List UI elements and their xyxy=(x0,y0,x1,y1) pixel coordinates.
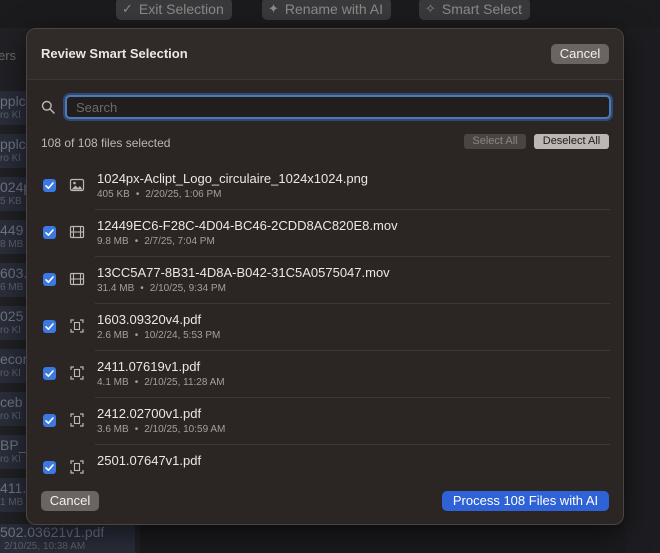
file-size: 3.6 MB xyxy=(97,424,129,435)
file-row[interactable]: 2412.02700v1.pdf 3.6 MB • 2/10/25, 10:59 A… xyxy=(27,398,623,445)
doc-scan-icon xyxy=(70,460,84,474)
background-filters-label: ers xyxy=(0,48,17,63)
file-row[interactable]: 1024px-Aclipt_Logo_circulaire_1024x1024.… xyxy=(27,163,623,210)
checkmark-icon xyxy=(45,182,54,189)
smart-select-button[interactable]: ✧ Smart Select xyxy=(419,0,531,20)
file-checkbox[interactable] xyxy=(43,320,56,333)
file-name: 2411.07619v1.pdf xyxy=(97,359,201,374)
selected-count: 108 of 108 files selected xyxy=(41,136,171,150)
file-date: 2/7/25, 7:04 PM xyxy=(144,236,215,247)
file-checkbox[interactable] xyxy=(43,367,56,380)
file-size: 4.1 MB xyxy=(97,377,129,388)
doc-scan-icon xyxy=(70,366,84,380)
checkmark-icon xyxy=(45,464,54,471)
cancel-button-bottom[interactable]: Cancel xyxy=(41,491,99,511)
file-name: 2501.07647v1.pdf xyxy=(97,453,202,468)
file-date: 2/10/25, 9:34 PM xyxy=(149,283,226,294)
file-row[interactable]: 13CC5A77-8B31-4D8A-B042-31C5A0575047.mov… xyxy=(27,257,623,304)
review-smart-selection-dialog: Review Smart Selection Cancel 108 of 108… xyxy=(26,28,624,525)
file-meta: 31.4 MB • 2/10/25, 9:34 PM xyxy=(97,283,226,294)
file-name: 2412.02700v1.pdf xyxy=(97,406,202,421)
file-size: 9.8 MB xyxy=(97,236,129,247)
file-size: 405 KB xyxy=(97,189,130,200)
file-date: 2/10/25, 10:59 AM xyxy=(144,424,226,435)
doc-scan-icon xyxy=(70,319,84,333)
checkmark-icon xyxy=(45,370,54,377)
file-row[interactable]: 2411.07619v1.pdf 4.1 MB • 2/10/25, 11:28 A… xyxy=(27,351,623,398)
file-meta: 2.6 MB • 10/2/24, 5:53 PM xyxy=(97,330,221,341)
file-size: 31.4 MB xyxy=(97,283,135,294)
file-list: 1024px-Aclipt_Logo_circulaire_1024x1024.… xyxy=(27,163,623,474)
file-checkbox[interactable] xyxy=(43,461,56,474)
select-all-button[interactable]: Select All xyxy=(464,134,526,149)
image-icon xyxy=(69,178,85,192)
dialog-header: Review Smart Selection Cancel xyxy=(27,29,623,80)
file-checkbox[interactable] xyxy=(43,273,56,286)
file-date: 2/20/25, 1:06 PM xyxy=(145,189,222,200)
file-checkbox[interactable] xyxy=(43,179,56,192)
deselect-all-button[interactable]: Deselect All xyxy=(534,134,609,149)
cancel-button-top[interactable]: Cancel xyxy=(551,44,609,64)
background-right-pane xyxy=(625,28,660,553)
dialog-title: Review Smart Selection xyxy=(41,46,188,61)
checkmark-icon xyxy=(45,323,54,330)
exit-selection-button[interactable]: ✓︎ Exit Selection xyxy=(116,0,232,20)
checkmark-icon xyxy=(45,276,54,283)
file-meta: 4.1 MB • 2/10/25, 11:28 AM xyxy=(97,377,225,388)
file-name: 1024px-Aclipt_Logo_circulaire_1024x1024.… xyxy=(97,171,369,186)
background-toolbar: ✓︎ Exit Selection ✦ Rename with AI ✧ Sma… xyxy=(0,0,660,20)
background-list-item[interactable]: 502.03621v1.pdf 2/10/25, 10:38 AM xyxy=(0,524,135,553)
file-meta: 9.8 MB • 2/7/25, 7:04 PM xyxy=(97,236,215,247)
file-name: 13CC5A77-8B31-4D8A-B042-31C5A0575047.mov xyxy=(97,265,390,280)
file-meta: 3.6 MB • 2/10/25, 10:59 AM xyxy=(97,424,226,435)
file-size: 2.6 MB xyxy=(97,330,129,341)
film-icon xyxy=(69,225,85,239)
file-name: 12449EC6-F28C-4D04-BC46-2CDD8AC820E8.mov xyxy=(97,218,398,233)
process-files-button[interactable]: Process 108 Files with AI xyxy=(442,491,609,511)
doc-scan-icon xyxy=(70,413,84,427)
search-icon xyxy=(41,100,55,114)
file-meta: 405 KB • 2/20/25, 1:06 PM xyxy=(97,189,222,200)
checkmark-icon xyxy=(45,417,54,424)
search-row xyxy=(41,95,611,119)
rename-with-ai-button[interactable]: ✦ Rename with AI xyxy=(262,0,391,20)
search-input[interactable] xyxy=(65,95,611,119)
file-date: 10/2/24, 5:53 PM xyxy=(144,330,221,341)
file-row[interactable]: 12449EC6-F28C-4D04-BC46-2CDD8AC820E8.mov… xyxy=(27,210,623,257)
file-checkbox[interactable] xyxy=(43,226,56,239)
sparkle-icon: ✧ xyxy=(425,1,436,16)
magic-wand-icon: ✦ xyxy=(268,1,279,16)
film-icon xyxy=(69,272,85,286)
file-checkbox[interactable] xyxy=(43,414,56,427)
checkmark-icon xyxy=(45,229,54,236)
file-row[interactable]: 2501.07647v1.pdf xyxy=(27,445,623,474)
checkmark-circle-icon: ✓︎ xyxy=(122,1,133,16)
file-name: 1603.09320v4.pdf xyxy=(97,312,202,327)
file-date: 2/10/25, 11:28 AM xyxy=(144,377,225,388)
file-row[interactable]: 1603.09320v4.pdf 2.6 MB • 10/2/24, 5:53 PM xyxy=(27,304,623,351)
